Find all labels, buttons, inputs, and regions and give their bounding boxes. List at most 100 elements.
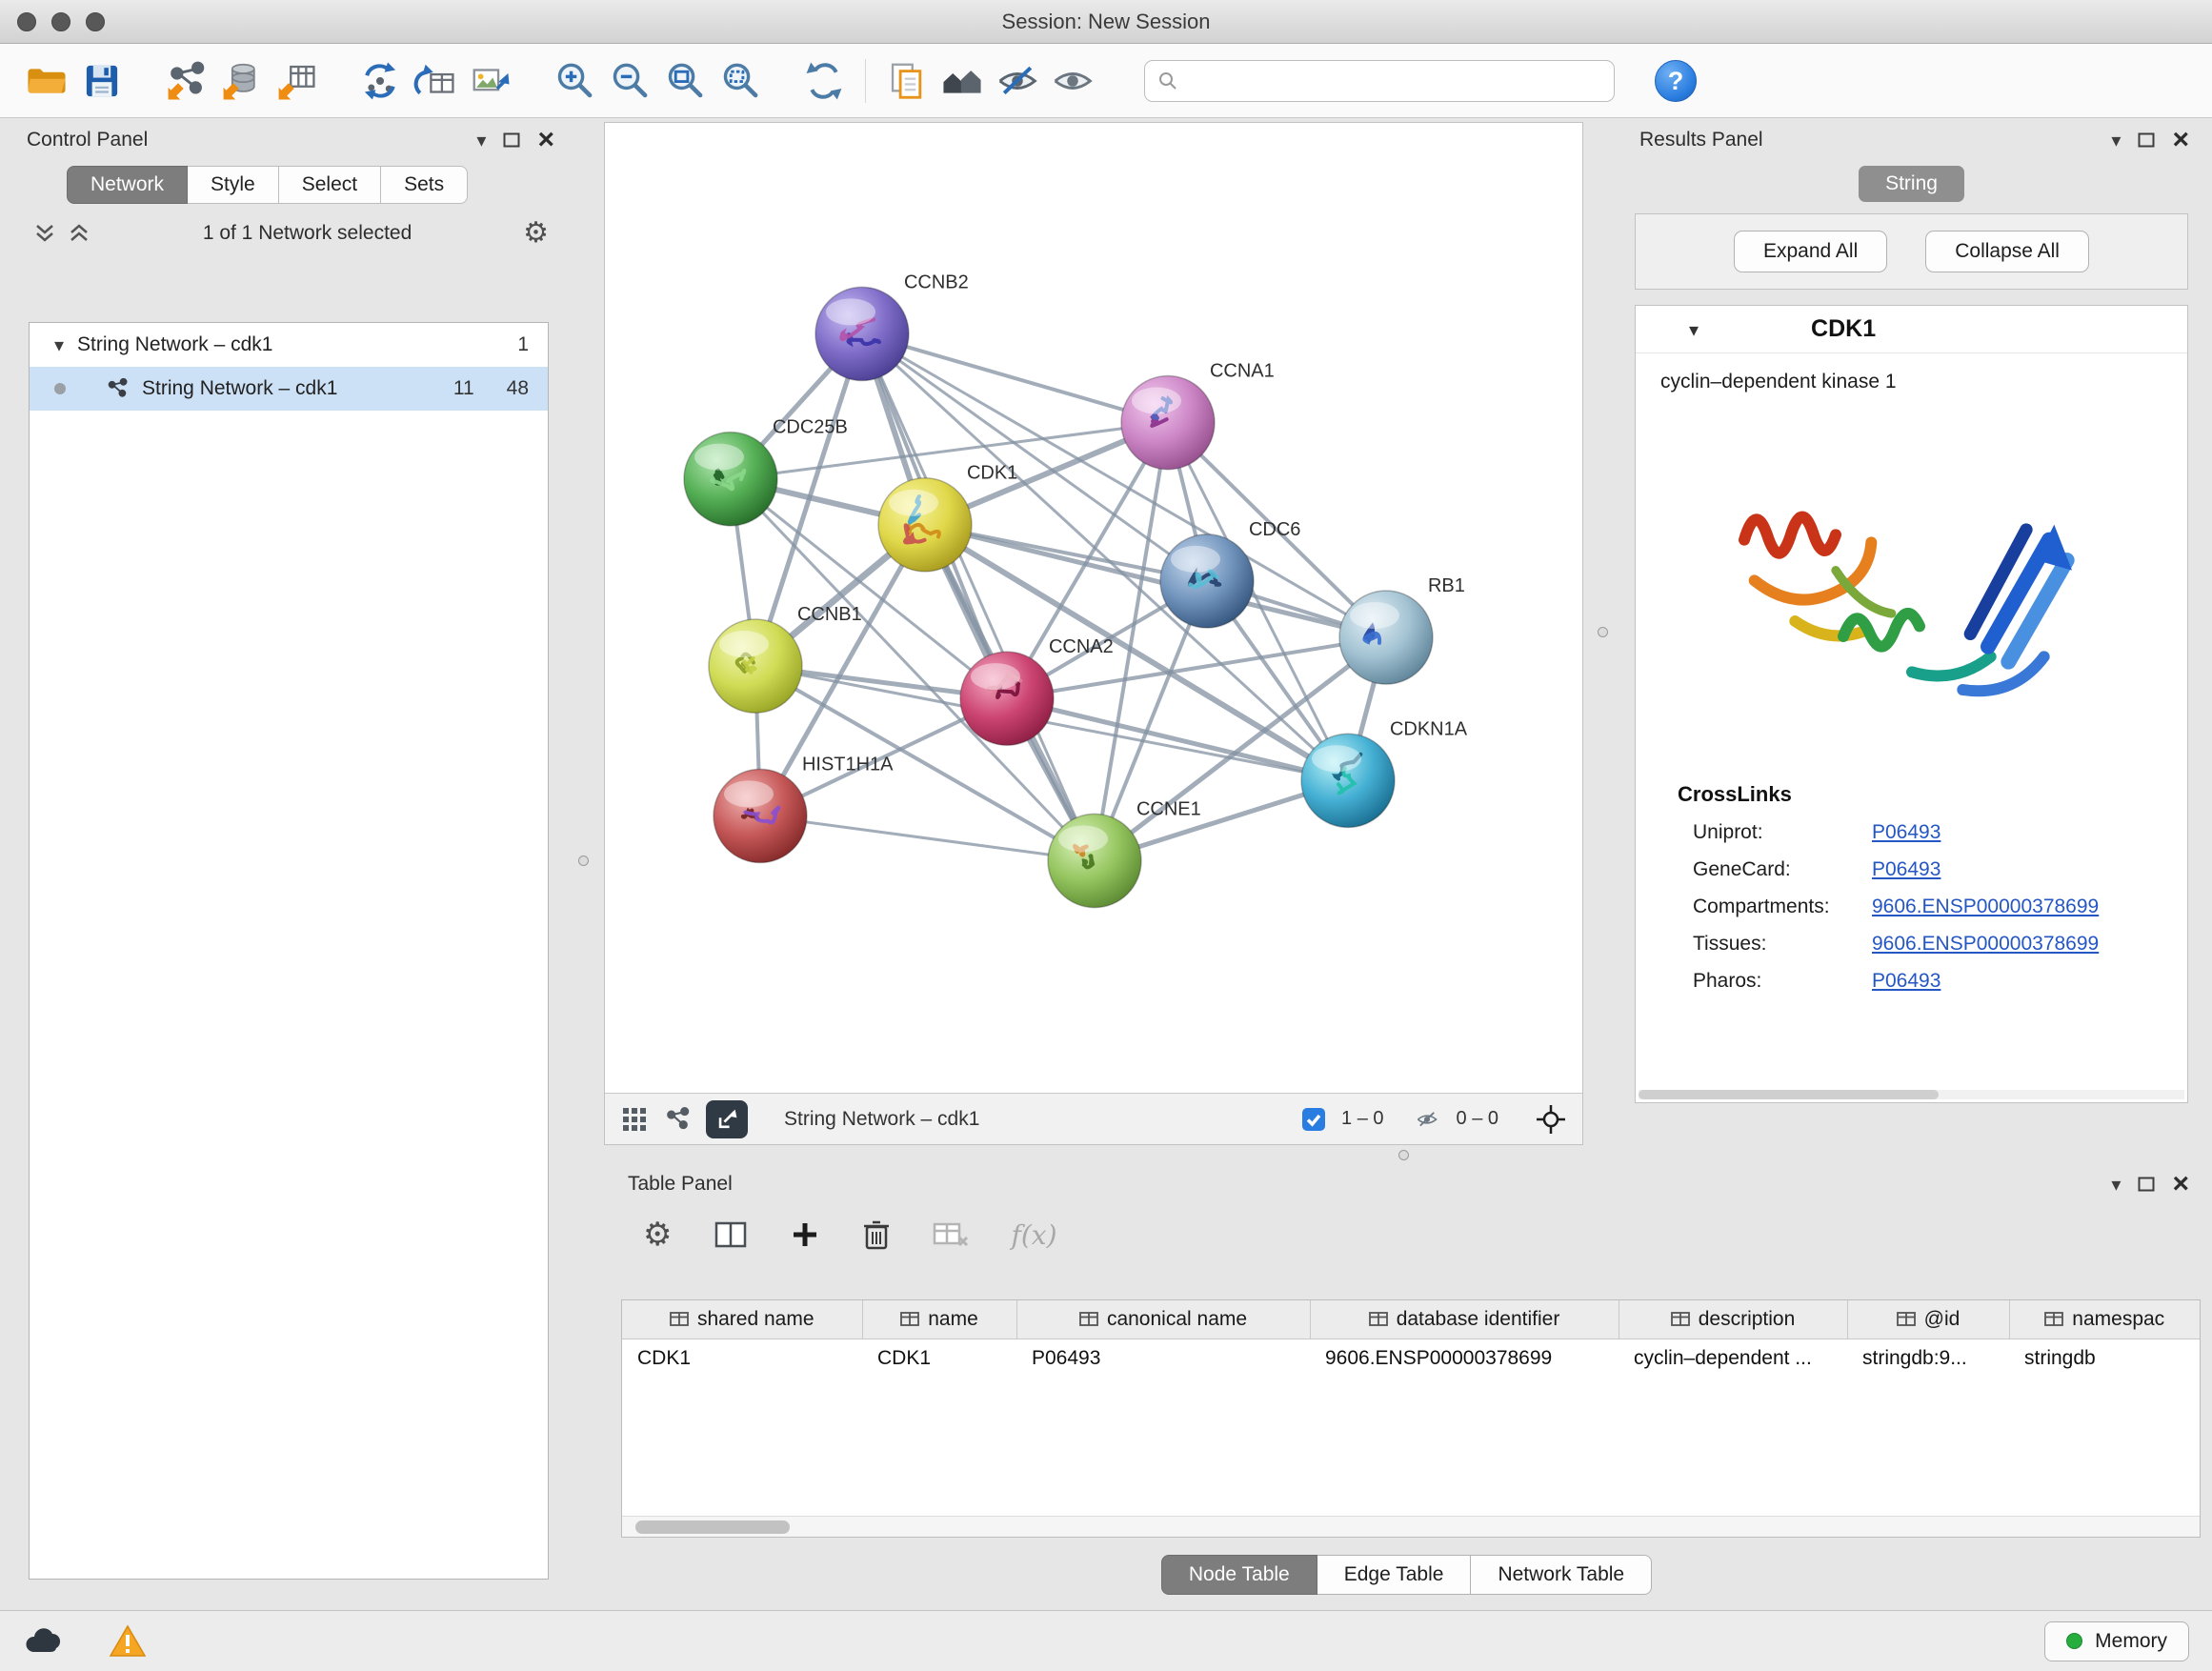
section-expander-icon[interactable]: ▾ — [1689, 318, 1699, 341]
expand-all-icon[interactable] — [67, 223, 91, 244]
node-CDC25B[interactable]: CDC25B — [684, 417, 848, 526]
column-header[interactable]: namespac — [2009, 1300, 2200, 1339]
zoom-out-button[interactable] — [602, 52, 657, 110]
search-input[interactable] — [1187, 69, 1602, 92]
help-button[interactable]: ? — [1655, 60, 1697, 102]
table-hscrollbar[interactable] — [622, 1516, 2200, 1537]
crosslink-link[interactable]: P06493 — [1872, 970, 1941, 993]
save-session-button[interactable] — [74, 52, 130, 110]
export-network-button[interactable] — [352, 52, 408, 110]
tab-node-table[interactable]: Node Table — [1161, 1555, 1317, 1595]
zoom-selected-button[interactable] — [713, 52, 768, 110]
cloud-services-button[interactable] — [23, 1625, 67, 1658]
column-header[interactable]: description — [1619, 1300, 1847, 1339]
zoom-in-button[interactable] — [547, 52, 602, 110]
hidden-eye-slash-icon[interactable] — [1413, 1108, 1441, 1131]
network-collection-row[interactable]: ▾ String Network – cdk1 1 — [30, 323, 548, 367]
cell-description[interactable]: cyclin–dependent ... — [1619, 1339, 1847, 1379]
column-header[interactable]: @id — [1847, 1300, 2009, 1339]
float-panel-icon[interactable]: ▾ — [476, 131, 486, 150]
protein-section-header[interactable]: ▾ CDK1 — [1636, 306, 2187, 353]
network-overview-button[interactable] — [664, 1106, 691, 1133]
tab-sets[interactable]: Sets — [381, 166, 468, 204]
close-panel-icon[interactable]: × — [2172, 126, 2189, 154]
export-image-button[interactable] — [463, 52, 518, 110]
edge-HIST1H1A-CCNE1[interactable] — [760, 815, 1095, 860]
cell-namespace[interactable]: stringdb — [2009, 1339, 2200, 1379]
show-all-button[interactable] — [1045, 52, 1100, 110]
crosslink-link[interactable]: P06493 — [1872, 821, 1941, 844]
apply-layout-button[interactable] — [796, 52, 852, 110]
network-row[interactable]: String Network – cdk1 11 48 — [30, 367, 548, 411]
column-header[interactable]: canonical name — [1016, 1300, 1310, 1339]
results-hscrollbar[interactable] — [1639, 1090, 2184, 1099]
cell-name[interactable]: CDK1 — [862, 1339, 1016, 1379]
float-panel-icon[interactable]: ▾ — [2111, 1175, 2121, 1194]
edge-CCNB2-CCNE1[interactable] — [862, 333, 1095, 860]
network-options-gear-icon[interactable]: ⚙ — [523, 219, 549, 248]
zoom-fit-button[interactable] — [657, 52, 713, 110]
selected-checkbox-icon[interactable] — [1301, 1107, 1326, 1132]
node-CCNB2[interactable]: CCNB2 — [815, 272, 969, 380]
delete-column-button[interactable] — [862, 1218, 891, 1251]
tab-network[interactable]: Network — [67, 166, 188, 204]
search-box[interactable] — [1144, 60, 1615, 102]
open-session-button[interactable] — [19, 52, 74, 110]
cell-shared-name[interactable]: CDK1 — [622, 1339, 862, 1379]
table-options-button[interactable]: ⚙ — [643, 1218, 672, 1251]
edge-CDK1-RB1[interactable] — [925, 525, 1386, 637]
node-CDK1[interactable]: CDK1 — [878, 463, 1017, 572]
show-columns-button[interactable] — [714, 1219, 748, 1250]
import-network-database-button[interactable] — [213, 52, 269, 110]
crosslink-link[interactable]: P06493 — [1872, 858, 1941, 881]
open-external-button[interactable] — [706, 1100, 748, 1138]
tab-network-table[interactable]: Network Table — [1471, 1555, 1652, 1595]
left-splitter-handle[interactable] — [578, 856, 589, 866]
memory-button[interactable]: Memory — [2044, 1621, 2189, 1661]
float-panel-icon[interactable]: ▾ — [2111, 131, 2121, 150]
zoom-window-button[interactable] — [86, 12, 105, 31]
cell-id[interactable]: stringdb:9... — [1847, 1339, 2009, 1379]
create-column-button[interactable] — [790, 1219, 820, 1250]
network-graph[interactable]: CCNB2CCNA1CDC25BCDK1CDC6RB1CCNB1CCNA2CDK… — [605, 123, 1582, 1093]
close-window-button[interactable] — [17, 12, 36, 31]
function-builder-button[interactable]: f(x) — [1011, 1219, 1056, 1251]
tab-edge-table[interactable]: Edge Table — [1317, 1555, 1472, 1595]
clone-network-button[interactable] — [879, 52, 935, 110]
bottom-splitter-handle[interactable] — [1398, 1150, 1409, 1160]
node-RB1[interactable]: RB1 — [1339, 575, 1465, 684]
maximize-panel-icon[interactable] — [2138, 1177, 2155, 1192]
hide-selected-button[interactable] — [990, 52, 1045, 110]
table-row[interactable]: CDK1 CDK1 P06493 9606.ENSP00000378699 cy… — [622, 1339, 2200, 1379]
fit-crosshair-icon[interactable] — [1535, 1103, 1567, 1136]
warnings-button[interactable] — [109, 1624, 147, 1659]
import-network-file-button[interactable] — [158, 52, 213, 110]
export-table-button[interactable] — [408, 52, 463, 110]
expand-all-button[interactable]: Expand All — [1734, 231, 1887, 272]
column-header[interactable]: shared name — [622, 1300, 862, 1339]
tree-expander-icon[interactable]: ▾ — [54, 335, 64, 354]
column-header[interactable]: name — [862, 1300, 1016, 1339]
maximize-panel-icon[interactable] — [2138, 132, 2155, 148]
node-CCNB1[interactable]: CCNB1 — [709, 604, 862, 713]
right-splitter-handle[interactable] — [1598, 627, 1608, 637]
tab-style[interactable]: Style — [188, 166, 279, 204]
close-panel-icon[interactable]: × — [2172, 1170, 2189, 1198]
edge-CCNB2-CCNA1[interactable] — [862, 333, 1168, 422]
import-table-button[interactable] — [269, 52, 324, 110]
collapse-all-icon[interactable] — [32, 223, 57, 244]
cell-database-identifier[interactable]: 9606.ENSP00000378699 — [1310, 1339, 1619, 1379]
collapse-all-button[interactable]: Collapse All — [1925, 231, 2089, 272]
birds-eye-view-button[interactable] — [620, 1105, 649, 1134]
first-neighbors-button[interactable] — [935, 52, 990, 110]
minimize-window-button[interactable] — [51, 12, 70, 31]
close-panel-icon[interactable]: × — [537, 126, 554, 154]
node-CCNA1[interactable]: CCNA1 — [1121, 361, 1275, 470]
crosslink-link[interactable]: 9606.ENSP00000378699 — [1872, 896, 2099, 918]
crosslink-link[interactable]: 9606.ENSP00000378699 — [1872, 933, 2099, 956]
maximize-panel-icon[interactable] — [503, 132, 520, 148]
tab-string[interactable]: String — [1859, 166, 1964, 202]
delete-table-button[interactable] — [933, 1220, 969, 1249]
network-view[interactable]: CCNB2CCNA1CDC25BCDK1CDC6RB1CCNB1CCNA2CDK… — [604, 122, 1583, 1145]
node-HIST1H1A[interactable]: HIST1H1A — [714, 754, 894, 862]
